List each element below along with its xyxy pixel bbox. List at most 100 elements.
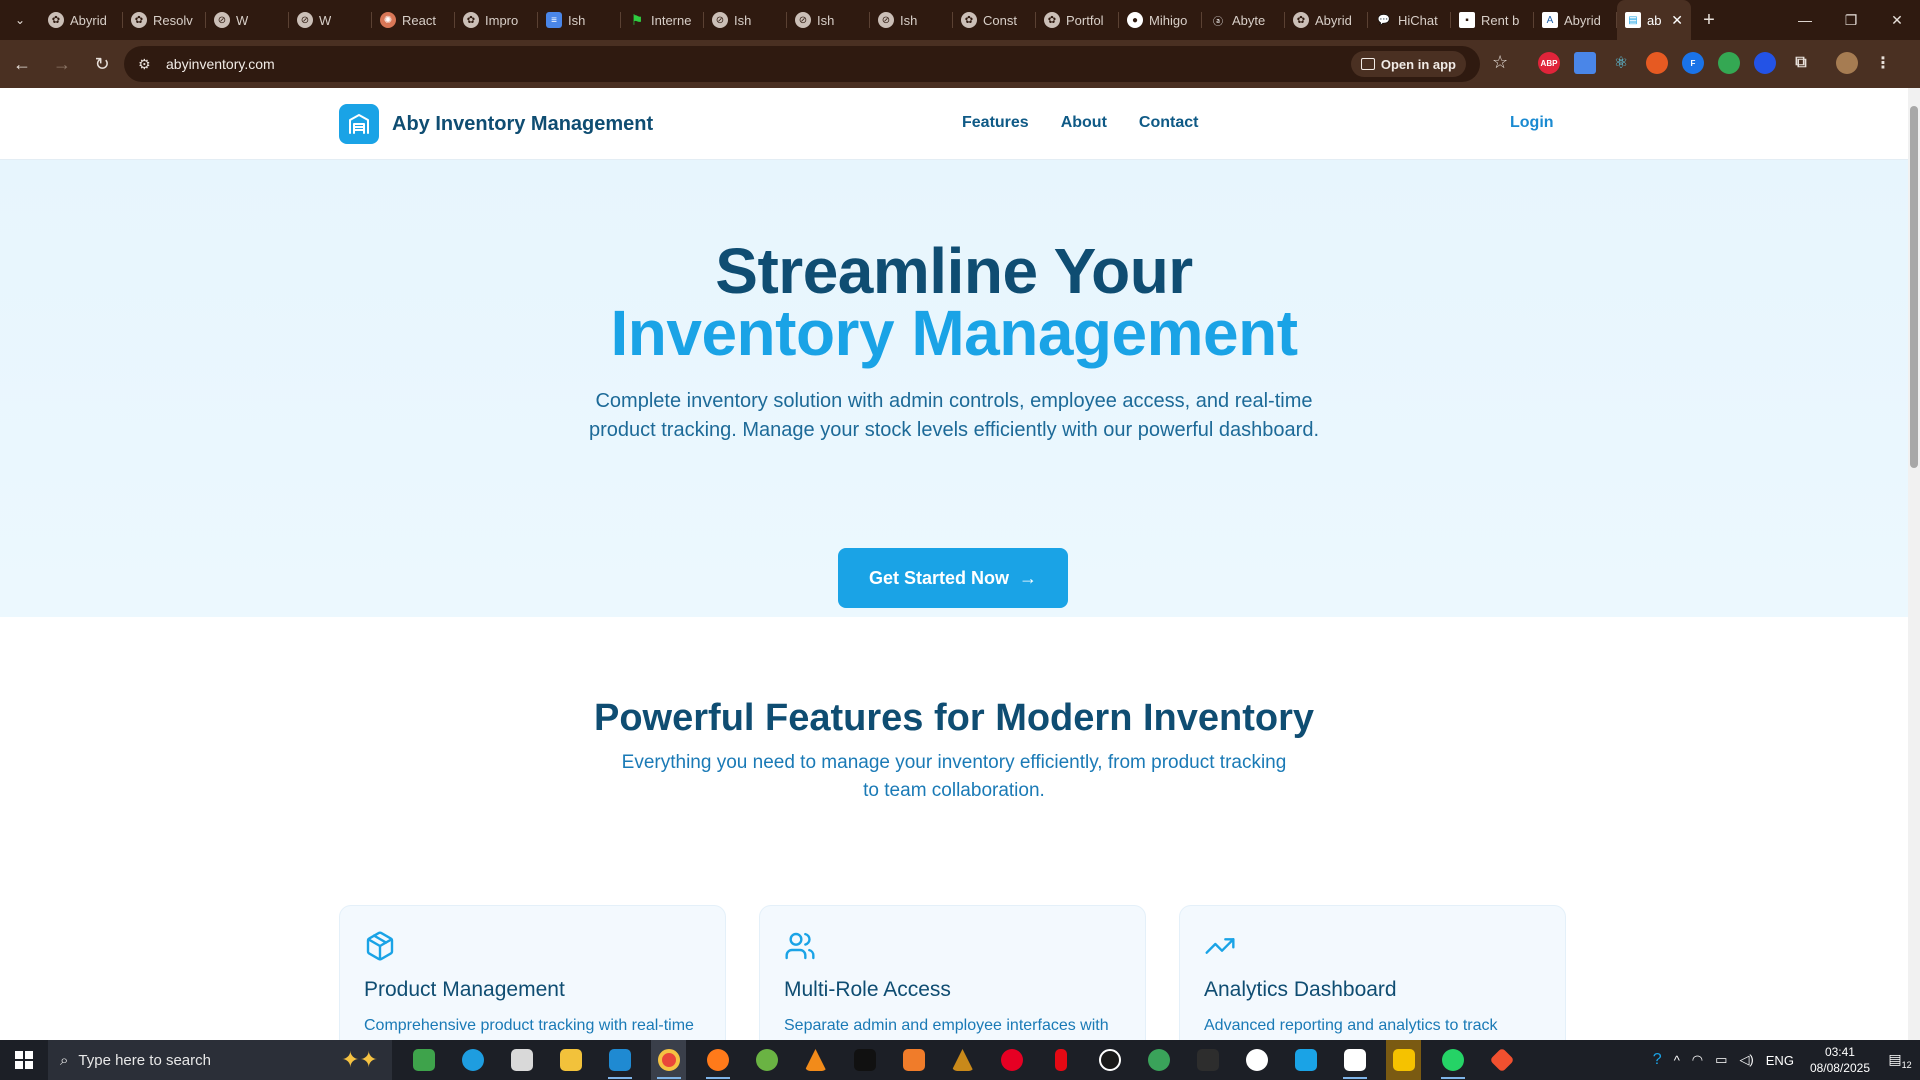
store-app-icon[interactable] [504, 1040, 539, 1080]
close-window-icon[interactable]: ✕ [1874, 0, 1920, 40]
card-text: Advanced reporting and analytics to trac… [1204, 1017, 1498, 1034]
ai-app-icon[interactable] [1239, 1040, 1274, 1080]
volume-icon[interactable]: ◁) [1739, 1052, 1753, 1068]
help-icon[interactable]: ? [1653, 1051, 1662, 1069]
copilot-sparkle-icon[interactable]: ✦✦ [341, 1047, 378, 1073]
firefox-app-icon[interactable] [700, 1040, 735, 1080]
nav-contact[interactable]: Contact [1139, 114, 1199, 132]
github-icon: ● [1127, 12, 1143, 28]
feature-card-multi-role-access: Multi-Role Access Separate admin and emp… [759, 905, 1146, 1040]
browser-tab[interactable]: ✿ Portfol [1036, 0, 1119, 40]
web-page: Aby Inventory Management Features About … [0, 88, 1908, 1040]
browser-tab[interactable]: ⊘ W [206, 0, 289, 40]
profile-avatar[interactable] [1836, 52, 1858, 74]
sticky-notes-icon[interactable] [1386, 1040, 1421, 1080]
nav-features[interactable]: Features [962, 114, 1029, 132]
browser-tab[interactable]: ✿ Abyrid [40, 0, 123, 40]
netflix-app-icon[interactable] [1043, 1040, 1078, 1080]
mongodb-app-icon[interactable] [1092, 1040, 1127, 1080]
reload-button[interactable]: ↻ [84, 46, 120, 82]
browser-tab[interactable]: 💬 HiChat [1368, 0, 1451, 40]
fox-extension-icon[interactable] [1646, 52, 1668, 74]
browser-tab[interactable]: ⊘ Ish [787, 0, 870, 40]
wifi-icon[interactable]: ◠ [1692, 1052, 1703, 1068]
hero-title: Streamline Your Inventory Management [0, 239, 1908, 369]
git-app-icon[interactable] [1484, 1040, 1519, 1080]
brand-name: Aby Inventory Management [392, 112, 654, 135]
color-extension-icon[interactable] [1718, 52, 1740, 74]
forward-button[interactable]: → [44, 46, 80, 82]
behance-app-icon[interactable] [1190, 1040, 1225, 1080]
browser-tab[interactable]: ⊘ Ish [704, 0, 787, 40]
tab-search-button[interactable]: ⌄ [0, 0, 40, 40]
page-icon: ▪ [1459, 12, 1475, 28]
utorrent-app-icon[interactable] [749, 1040, 784, 1080]
vlc-app-icon[interactable] [798, 1040, 833, 1080]
taskbar-search-input[interactable]: ⌕ Type here to search ✦✦ [48, 1040, 392, 1080]
link-icon: ⊘ [795, 12, 811, 28]
browser-tab[interactable]: ✿ Abyrid [1285, 0, 1368, 40]
browser-tab[interactable]: ● Mihigo [1119, 0, 1202, 40]
brand[interactable]: Aby Inventory Management [339, 104, 653, 144]
browser-tab[interactable]: ✿ Impro [455, 0, 538, 40]
browser-tab[interactable]: ✺ React [372, 0, 455, 40]
remote-app-icon[interactable] [1288, 1040, 1323, 1080]
browser-tab[interactable]: ▪ Rent b [1451, 0, 1534, 40]
edge-app-icon[interactable] [455, 1040, 490, 1080]
bookmark-star-icon[interactable]: ☆ [1492, 52, 1508, 73]
chevron-up-icon[interactable]: ^ [1674, 1053, 1680, 1068]
react-devtools-icon[interactable]: ⚛ [1610, 52, 1632, 74]
whatsapp-app-icon[interactable] [1435, 1040, 1470, 1080]
notifications-icon[interactable]: ▤12 [1880, 1051, 1920, 1070]
browser-tab[interactable]: ⚑ Interne [621, 0, 704, 40]
file-explorer-icon[interactable] [553, 1040, 588, 1080]
box-icon [364, 930, 701, 962]
shield-extension-icon[interactable] [1754, 52, 1776, 74]
mountains-app-icon[interactable] [945, 1040, 980, 1080]
login-link[interactable]: Login [1510, 114, 1554, 132]
users-icon [784, 930, 1121, 962]
battery-icon[interactable]: ▭ [1715, 1052, 1727, 1068]
globe-app-icon[interactable] [1141, 1040, 1176, 1080]
browser-tab[interactable]: ✿ Resolv [123, 0, 206, 40]
site-info-icon[interactable]: ⚙ [138, 56, 158, 73]
browser-tab[interactable]: ⓐ Abyte [1202, 0, 1285, 40]
extensions-area: ABP ⚛ F ⧉ ⋮ [1538, 52, 1894, 74]
browser-tab[interactable]: A Abyrid [1534, 0, 1617, 40]
hero-title-line2: Inventory Management [610, 297, 1298, 369]
windows-start-icon[interactable] [0, 1040, 48, 1080]
address-bar[interactable]: ⚙ abyinventory.com Open in app [124, 46, 1480, 82]
minimize-icon[interactable]: — [1782, 0, 1828, 40]
chrome-app-icon[interactable] [651, 1040, 686, 1080]
browser-tab[interactable]: ⊘ W [289, 0, 372, 40]
feature-cards: Product Management Comprehensive product… [339, 905, 1566, 1040]
browser-tab-active[interactable]: ▤ ab ✕ [1617, 0, 1691, 40]
sheets-app-icon[interactable] [406, 1040, 441, 1080]
browser-tab-bar: ⌄ ✿ Abyrid ✿ Resolv ⊘ W ⊘ W ✺ React ✿ Impro ≡ I… [0, 0, 1920, 40]
new-tab-button[interactable]: + [1691, 0, 1727, 40]
adblock-extension-icon[interactable]: ABP [1538, 52, 1560, 74]
open-in-app-button[interactable]: Open in app [1350, 51, 1466, 77]
pinterest-app-icon[interactable] [994, 1040, 1029, 1080]
page-scrollbar[interactable] [1908, 88, 1920, 1040]
get-started-button[interactable]: Get Started Now → [838, 548, 1068, 608]
puzzle-icon[interactable]: ⧉ [1790, 52, 1812, 74]
clock[interactable]: 03:41 08/08/2025 [1810, 1044, 1870, 1076]
translate-extension-icon[interactable]: F [1682, 52, 1704, 74]
xampp-app-icon[interactable] [896, 1040, 931, 1080]
close-tab-icon[interactable]: ✕ [1671, 12, 1683, 29]
vscode-app-icon[interactable] [602, 1040, 637, 1080]
scrollbar-thumb[interactable] [1910, 106, 1918, 468]
browser-tab[interactable]: ⊘ Ish [870, 0, 953, 40]
language-indicator[interactable]: ENG [1766, 1053, 1794, 1068]
browser-tab[interactable]: ≡ Ish [538, 0, 621, 40]
docs-extension-icon[interactable] [1574, 52, 1596, 74]
back-button[interactable]: ← [4, 46, 40, 82]
terminal-app-icon[interactable] [847, 1040, 882, 1080]
restore-icon[interactable]: ❐ [1828, 0, 1874, 40]
nav-about[interactable]: About [1061, 114, 1107, 132]
more-menu-icon[interactable]: ⋮ [1872, 52, 1894, 74]
browser-window-icon[interactable] [1337, 1040, 1372, 1080]
main-nav: Features About Contact [962, 114, 1198, 132]
browser-tab[interactable]: ✿ Const [953, 0, 1036, 40]
